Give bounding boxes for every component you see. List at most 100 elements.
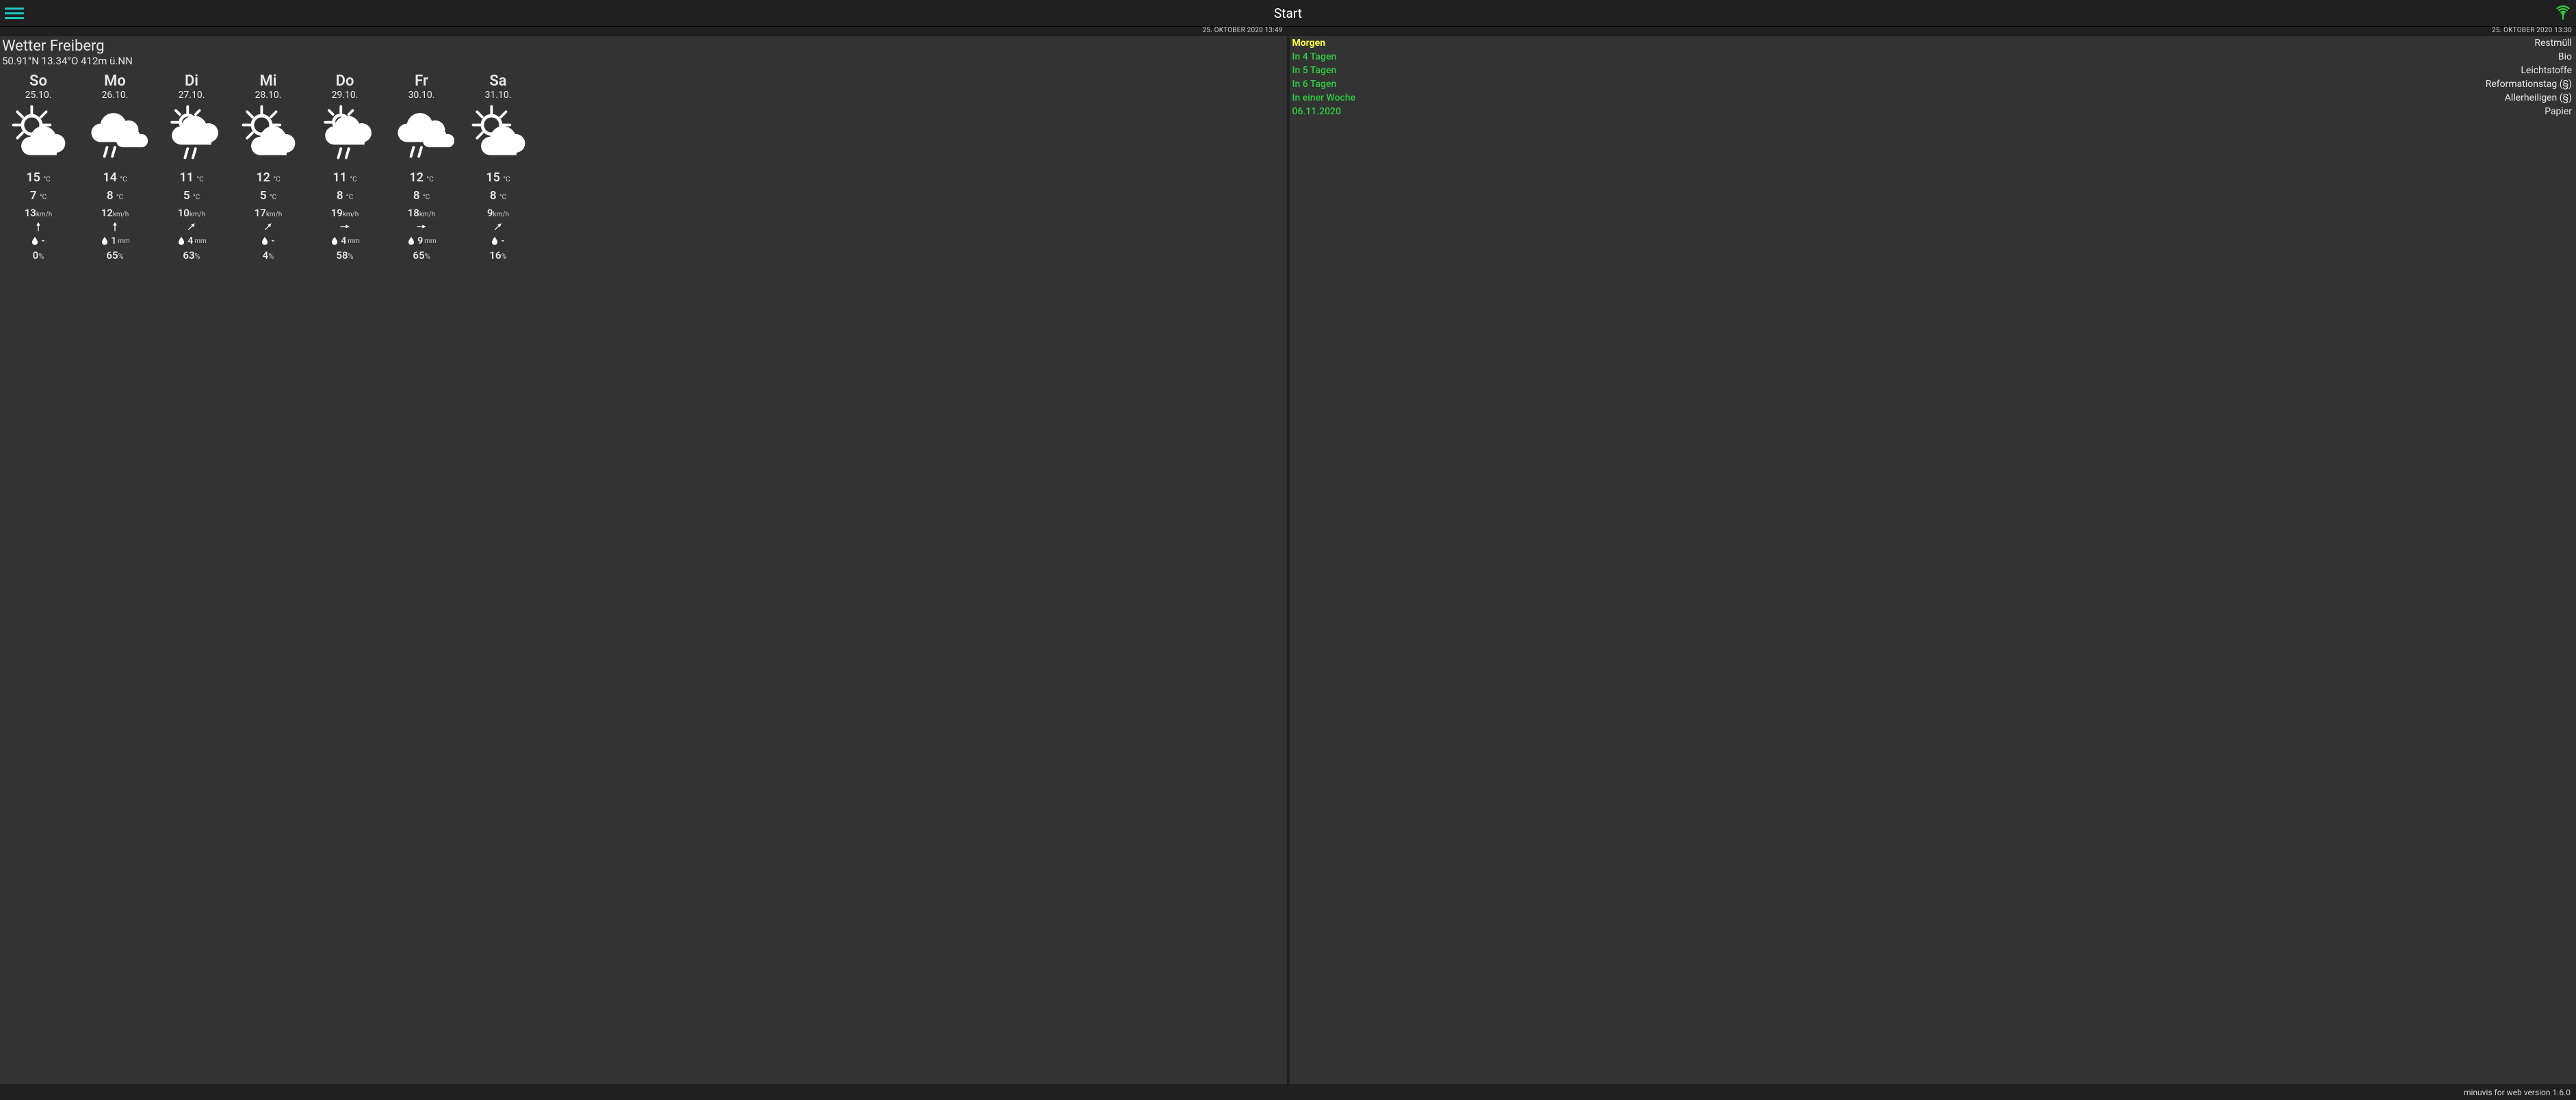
- event-row: In 5 Tagen Leichtstoffe: [1290, 64, 2576, 77]
- event-what: Restmüll: [2534, 37, 2572, 49]
- rain-probability: 0%: [0, 249, 77, 261]
- weather-panel: 25. OKTOBER 2020 13:49 Wetter Freiberg 5…: [0, 27, 1287, 1084]
- forecast-dow: Di: [153, 73, 230, 90]
- rain-probability: 4%: [230, 249, 307, 261]
- forecast-date: 26.10.: [77, 90, 153, 101]
- forecast-day: Do29.10.11 °C8 °C19km/h4mm58%: [307, 71, 383, 261]
- temp-high: 15 °C: [0, 170, 77, 185]
- event-when: 06.11.2020: [1292, 105, 1341, 118]
- temp-low: 8 °C: [307, 189, 383, 203]
- event-what: Bio: [2558, 51, 2572, 63]
- event-row: In 6 Tagen Reformationstag (§): [1290, 77, 2576, 91]
- forecast-day: So25.10.15 °C7 °C13km/h-0%: [0, 71, 77, 261]
- forecast-dow: Mo: [77, 73, 153, 90]
- forecast-dow: Fr: [383, 73, 460, 90]
- event-row: In einer WocheAllerheiligen (§): [1290, 91, 2576, 105]
- wind-direction-icon: [383, 220, 460, 233]
- temp-high: 12 °C: [383, 170, 460, 185]
- precipitation: 1mm: [77, 235, 153, 246]
- wind-speed: 13km/h: [0, 207, 77, 219]
- wind-direction-icon: [307, 220, 383, 233]
- temp-high: 14 °C: [77, 170, 153, 185]
- forecast-day: Mo26.10. 14 °C 8 °C 12km/h 1mm 65%: [77, 71, 153, 261]
- forecast-date: 30.10.: [383, 90, 460, 101]
- wind-speed: 12km/h: [77, 207, 153, 219]
- wind-direction-icon: [153, 220, 230, 233]
- weather-icon: [159, 103, 224, 164]
- temp-low: 8 °C: [77, 189, 153, 203]
- event-when: In 4 Tagen: [1292, 51, 1337, 63]
- footer: minuvis for web version 1.6.0: [0, 1084, 2576, 1100]
- connection-icon: [2554, 5, 2572, 23]
- weather-icon: [465, 103, 531, 164]
- rain-probability: 65%: [77, 249, 153, 261]
- drop-icon: [100, 235, 109, 246]
- temp-low: 7 °C: [0, 189, 77, 203]
- event-row: In 4 Tagen Bio: [1290, 50, 2576, 64]
- weather-icon: [312, 103, 378, 164]
- forecast-dow: Do: [307, 73, 383, 90]
- drop-icon: [490, 235, 499, 246]
- temp-high: 12 °C: [230, 170, 307, 185]
- wind-speed: 19km/h: [307, 207, 383, 219]
- wind-speed: 17km/h: [230, 207, 307, 219]
- forecast-row: So25.10. 15 °C 7 °C 13km/h - 0% Mo26.10. 14 °C 8…: [0, 71, 1287, 261]
- forecast-day: Mi28.10. 12 °C 5 °C 17km/h - 4%: [230, 71, 307, 261]
- events-list: Morgen Restmüll In 4 Tagen Bio In 5 Tagen Lei…: [1290, 36, 2576, 118]
- drop-icon: [177, 235, 186, 246]
- rain-probability: 16%: [460, 249, 536, 261]
- forecast-dow: So: [0, 73, 77, 90]
- wind-direction-icon: [230, 220, 307, 233]
- forecast-date: 25.10.: [0, 90, 77, 101]
- forecast-date: 29.10.: [307, 90, 383, 101]
- rain-probability: 65%: [383, 249, 460, 261]
- event-what: Leichtstoffe: [2521, 64, 2572, 77]
- drop-icon: [330, 235, 339, 246]
- event-when: In einer Woche: [1292, 92, 1356, 104]
- weather-subtitle: 50.91°N 13.34°O 412m ü.NN: [2, 55, 1287, 67]
- menu-button[interactable]: [3, 4, 26, 22]
- main-area: 25. OKTOBER 2020 13:49 Wetter Freiberg 5…: [0, 27, 2576, 1084]
- temp-high: 11 °C: [307, 170, 383, 185]
- precipitation: -: [230, 235, 307, 246]
- forecast-dow: Mi: [230, 73, 307, 90]
- event-row: Morgen Restmüll: [1290, 36, 2576, 50]
- precipitation: 9mm: [383, 235, 460, 246]
- forecast-day: Sa31.10.15 °C8 °C9km/h-16%: [460, 71, 536, 261]
- event-when: In 5 Tagen: [1292, 64, 1337, 77]
- wind-speed: 10km/h: [153, 207, 230, 219]
- weather-icon: [235, 103, 301, 164]
- precipitation: -: [460, 235, 536, 246]
- drop-icon: [260, 235, 270, 246]
- forecast-day: Fr30.10.12 °C8 °C18km/h9mm65%: [383, 71, 460, 261]
- panel-timestamp: 25. OKTOBER 2020 13:30: [1290, 27, 2576, 36]
- forecast-date: 28.10.: [230, 90, 307, 101]
- forecast-date: 31.10.: [460, 90, 536, 101]
- wind-speed: 18km/h: [383, 207, 460, 219]
- event-when: In 6 Tagen: [1292, 78, 1337, 90]
- page-title: Start: [1274, 5, 1302, 21]
- panel-timestamp: 25. OKTOBER 2020 13:49: [0, 27, 1287, 36]
- weather-title: Wetter Freiberg: [2, 38, 1287, 55]
- wind-speed: 9km/h: [460, 207, 536, 219]
- drop-icon: [406, 235, 416, 246]
- temp-high: 15 °C: [460, 170, 536, 185]
- forecast-date: 27.10.: [153, 90, 230, 101]
- event-row: 06.11.2020 Papier: [1290, 105, 2576, 118]
- wind-direction-icon: [0, 220, 77, 233]
- temp-high: 11 °C: [153, 170, 230, 185]
- temp-low: 5 °C: [230, 189, 307, 203]
- forecast-day: Di27.10.11 °C5 °C10km/h4mm63%: [153, 71, 230, 261]
- forecast-dow: Sa: [460, 73, 536, 90]
- events-panel: 25. OKTOBER 2020 13:30 MorgenRestmüllIn …: [1290, 27, 2576, 1084]
- weather-icon: [389, 103, 454, 164]
- wind-direction-icon: [460, 220, 536, 233]
- event-what: Papier: [2545, 105, 2572, 118]
- wind-direction-icon: [77, 220, 153, 233]
- event-when: Morgen: [1292, 37, 1326, 49]
- precipitation: 4mm: [307, 235, 383, 246]
- precipitation: 4mm: [153, 235, 230, 246]
- hamburger-icon: [5, 8, 24, 10]
- event-what: Reformationstag (§): [2486, 78, 2572, 90]
- temp-low: 5 °C: [153, 189, 230, 203]
